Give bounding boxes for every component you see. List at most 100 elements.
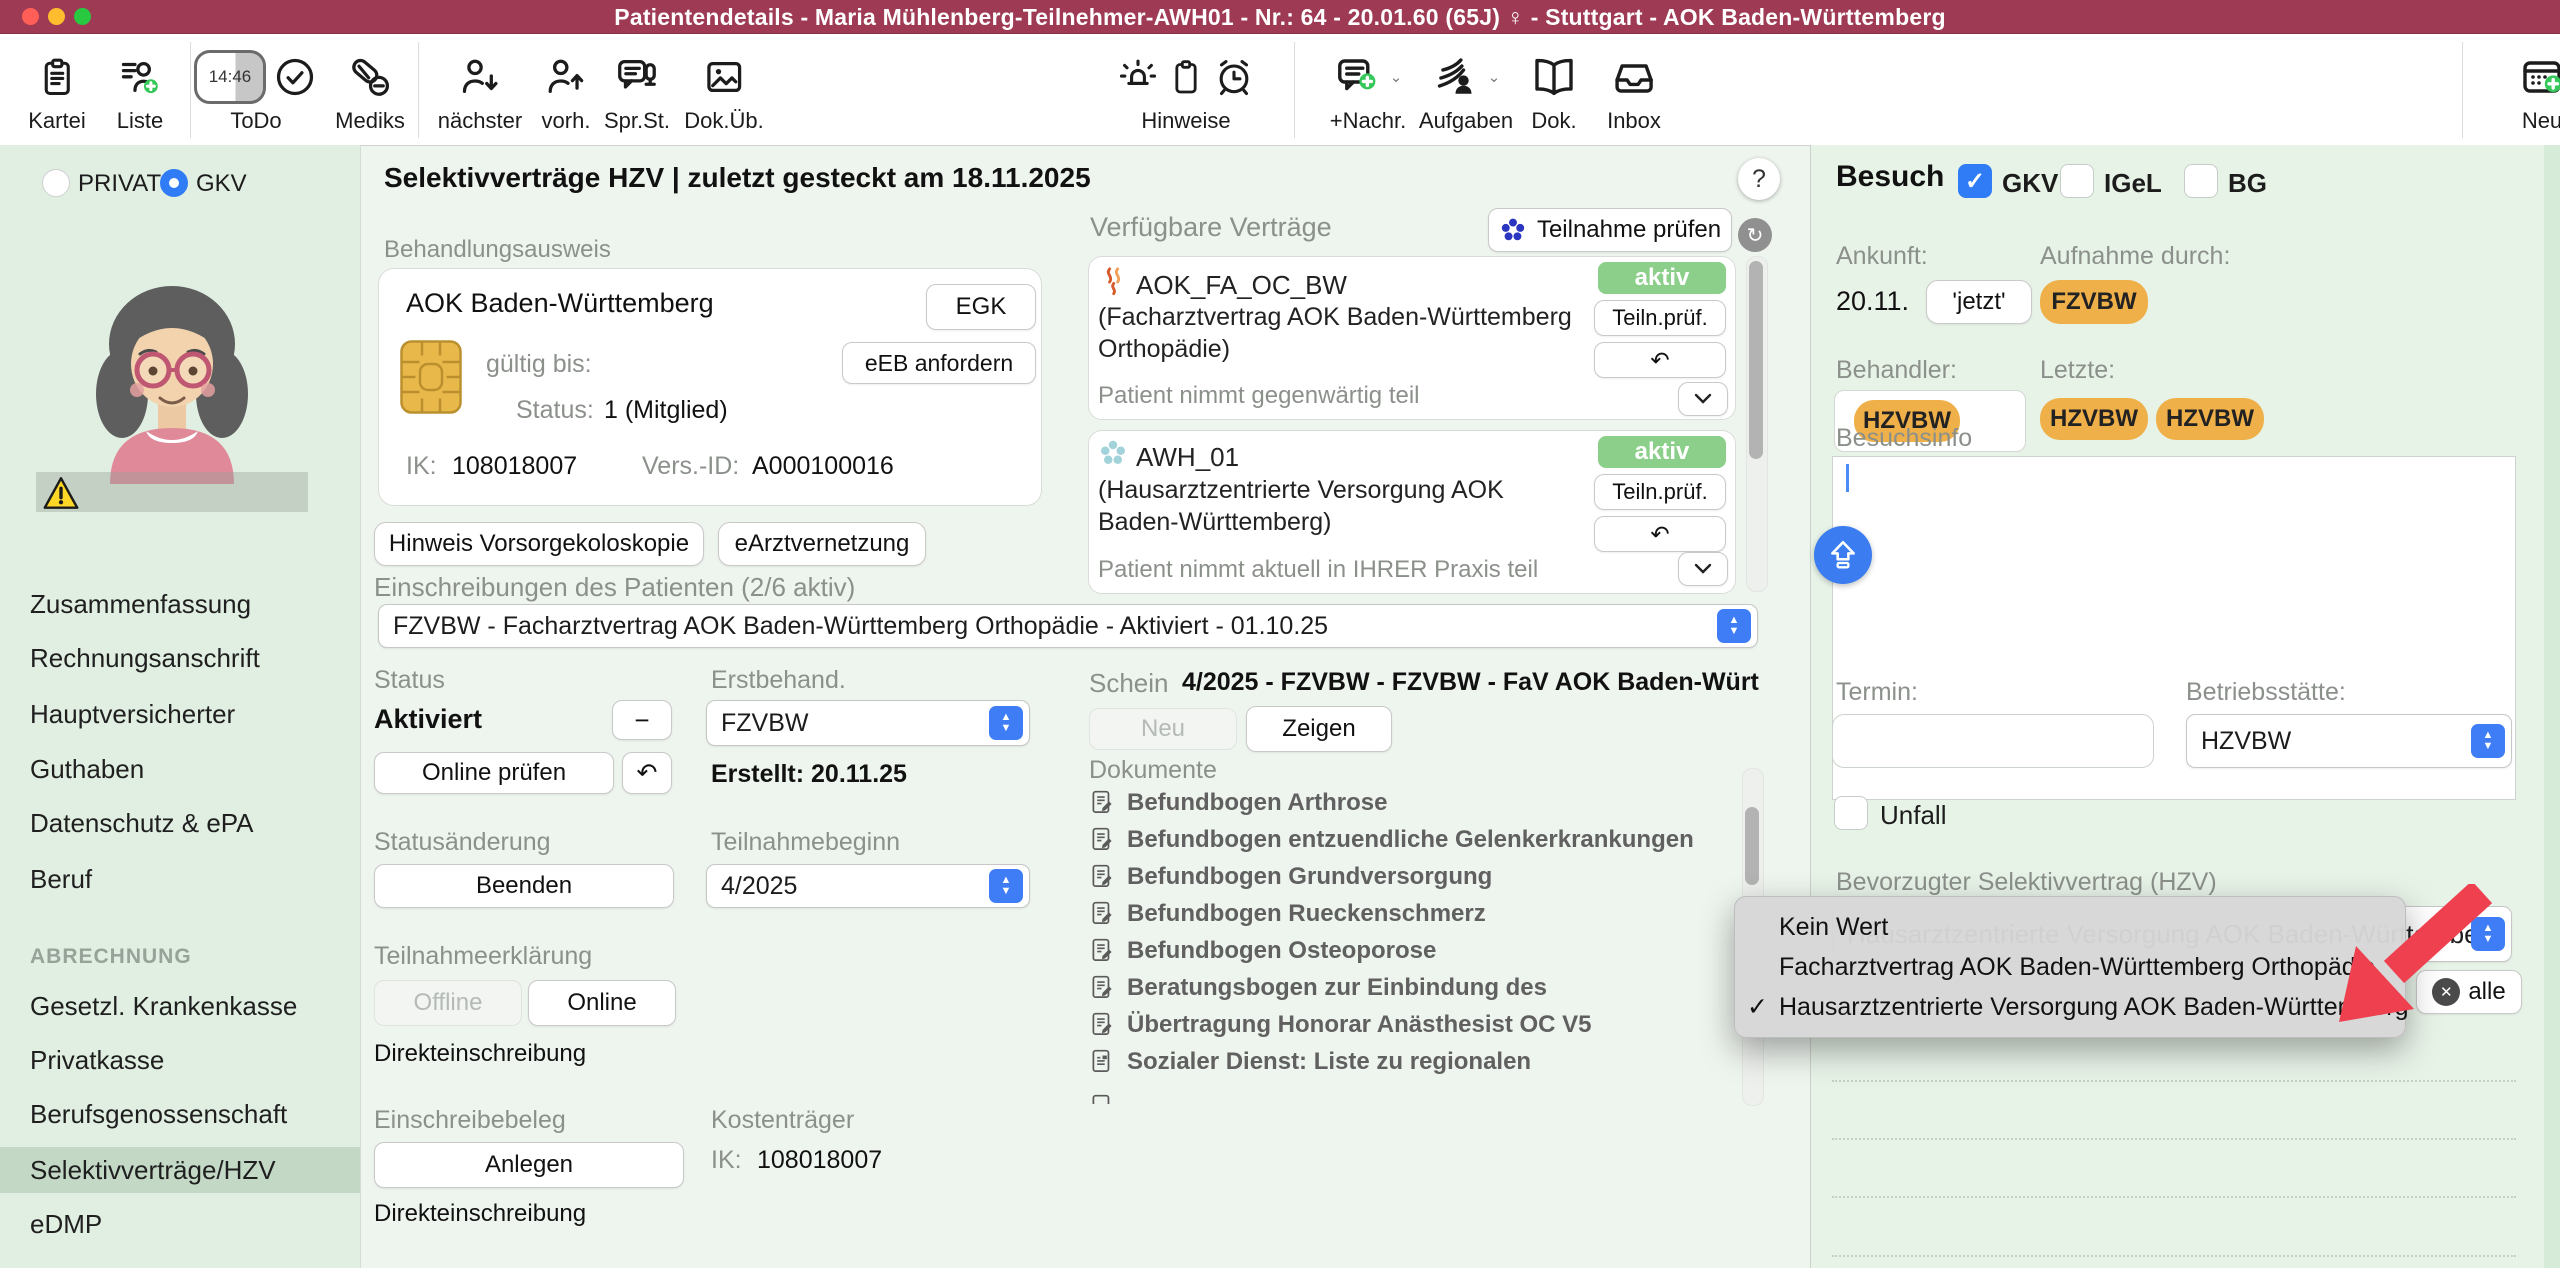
toolbar-aufgaben-button[interactable]: ⌄ Aufgaben [1419,48,1513,134]
unfall-checkbox[interactable] [1834,796,1868,830]
annotation-arrow [2314,884,2494,1034]
expand-chevron-button[interactable] [1678,382,1728,416]
sidebar-item-hauptversicherter[interactable]: Hauptversicherter [0,691,360,737]
schein-neu-button[interactable]: Neu [1089,708,1237,750]
contract-code: AOK_FA_OC_BW [1136,270,1347,301]
letzte-badge[interactable]: HZVBW [2040,398,2148,440]
teilnahmebeginn-select[interactable]: 4/2025 ▲▼ [706,864,1030,908]
toolbar-nachricht-button[interactable]: ⌄ +Nachr. [1330,48,1406,134]
list-item[interactable]: Beratungsbogen zur Einbindung des [1089,969,1737,1006]
menu-item-kein-wert[interactable]: Kein Wert [1735,907,2405,947]
contract-code: AWH_01 [1136,442,1239,473]
gkv-radio[interactable] [160,169,188,197]
versid-label: Vers.-ID: [642,452,739,481]
direkteinschreibung-text: Direkteinschreibung [374,1040,586,1068]
list-item[interactable]: Befundbogen Osteoporose [1089,932,1737,969]
list-item[interactable]: Befundbogen Rueckenschmerz [1089,895,1737,932]
expand-chevron-button[interactable] [1678,552,1728,586]
list-item[interactable]: Sozialer Dienst: Liste zu regionalen [1089,1043,1737,1080]
toolbar-todo-button[interactable]: 14:46 ToDo [194,48,318,134]
undo-button[interactable]: ↶ [1594,516,1726,552]
sidebar-item-selektivvertraege[interactable]: Selektivverträge/HZV [0,1147,360,1193]
teilnahme-pruefen-label: Teilnahme prüfen [1537,216,1721,244]
sidebar-item-zusammenfassung[interactable]: Zusammenfassung [0,581,360,627]
menu-item-facharztvertrag[interactable]: Facharztvertrag AOK Baden-Württemberg Or… [1735,947,2405,987]
toolbar-dokuebersicht-button[interactable]: Dok.Üb. [684,48,763,134]
letzte-badge[interactable]: HZVBW [2156,398,2264,440]
teilnahmeerklaerung-label: Teilnahmeerklärung [374,942,592,971]
toolbar-hinweise-button[interactable]: Hinweise [1116,48,1256,134]
sidebar-item-edmp[interactable]: eDMP [0,1201,360,1247]
chevron-down-icon: ⌄ [1390,68,1403,86]
toolbar-divider [1294,42,1295,138]
hinweis-vorsorgekoloskopie-button[interactable]: Hinweis Vorsorgekoloskopie [374,522,704,566]
status-undo-button[interactable]: ↶ [622,752,672,794]
divider [1832,1255,2516,1257]
schein-label: Schein [1089,668,1169,699]
sidebar-item-gesetzl-krankenkasse[interactable]: Gesetzl. Krankenkasse [0,983,360,1029]
toolbar-dok-button[interactable]: Dok. [1530,48,1578,134]
gkv-checkbox[interactable]: ✓ [1958,164,1992,198]
teiln-pruef-button[interactable]: Teiln.prüf. [1594,474,1726,510]
offline-button[interactable]: Offline [374,980,522,1026]
chip-icon [400,340,462,414]
sidebar-item-guthaben[interactable]: Guthaben [0,746,360,792]
doc-icon [1089,1048,1115,1076]
termin-input[interactable] [1832,714,2154,768]
aufnahme-badge[interactable]: FZVBW [2040,280,2148,324]
jetzt-button[interactable]: 'jetzt' [1926,280,2032,324]
betriebsstaette-select[interactable]: HZVBW ▲▼ [2186,714,2512,768]
igel-checkbox[interactable] [2060,164,2094,198]
list-item[interactable]: Befundbogen entzuendliche Gelenkerkranku… [1089,821,1737,858]
list-item-partial[interactable] [1089,1088,1737,1104]
toolbar-neu-button[interactable]: Neu [2518,48,2560,134]
toolbar-sprechstunde-button[interactable]: Spr.St. [604,48,670,134]
beenden-button[interactable]: Beenden [374,864,674,908]
egk-button[interactable]: EGK [926,284,1036,330]
refresh-icon[interactable]: ↻ [1738,218,1772,252]
sidebar-item-rechnungsanschrift[interactable]: Rechnungsanschrift [0,635,360,681]
scrollbar-thumb[interactable] [1749,261,1763,459]
kostentraeger-label: Kostenträger [711,1106,854,1135]
toolbar-vorheriger-button[interactable]: vorh. [542,48,591,134]
toolbar-naechster-button[interactable]: nächster [438,48,522,134]
status-minus-button[interactable]: − [612,700,672,740]
bg-checkbox[interactable] [2184,164,2218,198]
vertraege-scrollbar[interactable] [1746,256,1768,592]
toolbar-inbox-button[interactable]: Inbox [1607,48,1661,134]
toolbar-label: ToDo [194,108,318,134]
list-item[interactable]: Befundbogen Arthrose [1089,784,1737,821]
einschreibungen-select[interactable]: FZVBW - Facharztvertrag AOK Baden-Württe… [378,604,1758,648]
earztvernetzung-button[interactable]: eArztvernetzung [718,522,926,566]
anlegen-button[interactable]: Anlegen [374,1142,684,1188]
help-button[interactable]: ? [1738,158,1780,200]
direkteinschreibung-text-2: Direkteinschreibung [374,1200,586,1228]
sidebar-item-datenschutz-epa[interactable]: Datenschutz & ePA [0,800,360,846]
toolbar-mediks-button[interactable]: Mediks [335,48,405,134]
toolbar-liste-button[interactable]: Liste [117,48,163,134]
sidebar-item-berufsgenossenschaft[interactable]: Berufsgenossenschaft [0,1091,360,1137]
sidebar-item-beruf[interactable]: Beruf [0,856,360,902]
online-pruefen-button[interactable]: Online prüfen [374,752,614,794]
privat-radio[interactable] [42,169,70,197]
undo-button[interactable]: ↶ [1594,342,1726,378]
erstbehandler-select[interactable]: FZVBW ▲▼ [706,700,1030,746]
einschreibebeleg-label: Einschreibebeleg [374,1106,566,1135]
teilnahme-pruefen-button[interactable]: Teilnahme prüfen [1488,208,1732,252]
capslock-shift-icon[interactable] [1814,526,1872,584]
person-arrow-up-icon [542,48,591,106]
statusaenderung-label: Statusänderung [374,828,551,857]
sidebar-section-abrechnung: ABRECHNUNG [0,934,360,980]
scrollbar-thumb[interactable] [1745,807,1759,885]
teiln-pruef-button[interactable]: Teiln.prüf. [1594,300,1726,336]
gkv-radio-label: GKV [196,170,247,198]
eeb-anfordern-button[interactable]: eEB anfordern [842,342,1036,384]
sidebar-item-privatkasse[interactable]: Privatkasse [0,1037,360,1083]
toolbar-kartei-button[interactable]: Kartei [28,48,85,134]
erstbehandler-value: FZVBW [721,709,989,738]
list-item[interactable]: Übertragung Honorar Anästhesist OC V5 [1089,1006,1737,1043]
menu-item-hausarztzentriert[interactable]: ✓ Hausarztzentrierte Versorgung AOK Bade… [1735,987,2405,1027]
online-button[interactable]: Online [528,980,676,1026]
schein-zeigen-button[interactable]: Zeigen [1246,706,1392,752]
list-item[interactable]: Befundbogen Grundversorgung [1089,858,1737,895]
